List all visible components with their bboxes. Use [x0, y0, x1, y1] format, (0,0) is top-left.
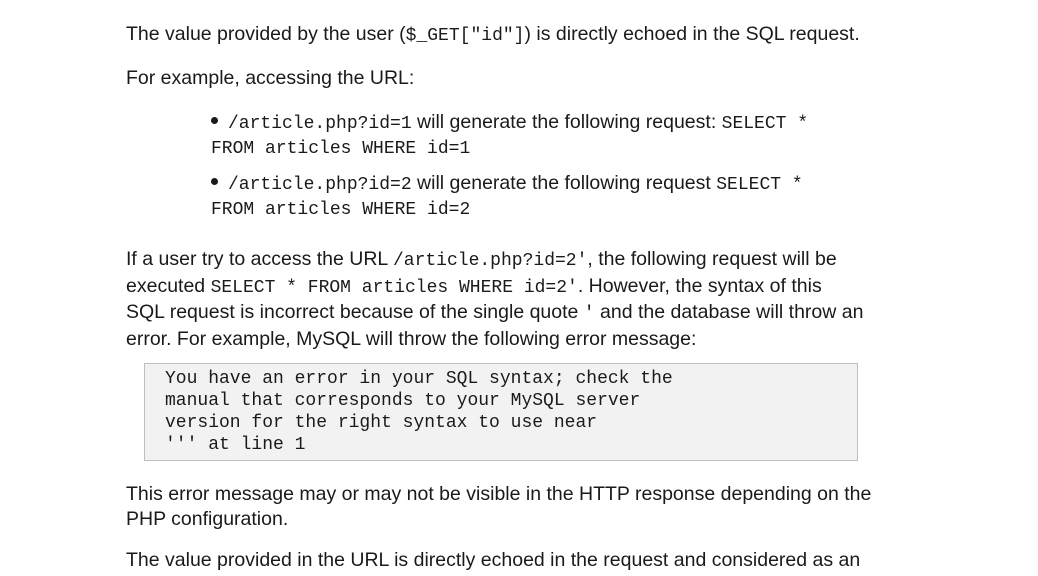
- inline-code-url: /article.php?id=2: [228, 175, 412, 195]
- list-item-line: /article.php?id=2 will generate the foll…: [211, 171, 808, 198]
- paragraph-error-visibility: This error message may or may not be vis…: [126, 482, 871, 531]
- list-item: /article.php?id=1 will generate the foll…: [211, 110, 808, 161]
- list-item: /article.php?id=2 will generate the foll…: [211, 171, 808, 222]
- error-message-code-block: You have an error in your SQL syntax; ch…: [144, 363, 858, 461]
- inline-code-sql-continued: FROM articles WHERE id=1: [211, 138, 471, 159]
- text: will generate the following request:: [411, 111, 722, 133]
- text: If a user try to access the URL: [126, 248, 393, 270]
- paragraph-value-echoed: The value provided in the URL is directl…: [126, 548, 860, 573]
- text: will generate the following request: [411, 172, 717, 194]
- example-url-list: /article.php?id=1 will generate the foll…: [211, 110, 808, 222]
- code-line: ''' at line 1: [165, 435, 306, 455]
- list-item-line: /article.php?id=1 will generate the foll…: [211, 110, 808, 137]
- text-line: error. For example, MySQL will throw the…: [126, 327, 697, 350]
- inline-code-sql: SELECT *: [721, 114, 809, 134]
- text: SQL request is incorrect because of the …: [126, 301, 584, 323]
- inline-code-sql: SELECT * FROM articles WHERE id=2': [210, 277, 578, 298]
- inline-code-url: /article.php?id=1: [228, 114, 412, 134]
- text-line: This error message may or may not be vis…: [126, 483, 872, 505]
- text-line: If a user try to access the URL /article…: [126, 247, 863, 274]
- text-line: PHP configuration.: [126, 507, 289, 530]
- text: executed: [126, 274, 211, 297]
- text: , the following request will be: [587, 248, 837, 270]
- paragraph-example-intro: For example, accessing the URL:: [126, 67, 415, 89]
- bullet-dot-icon: [211, 117, 218, 125]
- inline-code-quote: ': [583, 304, 595, 324]
- paragraph-user-input: The value provided by the user ($_GET["i…: [126, 22, 860, 49]
- text-line: SQL request is incorrect because of the …: [126, 300, 863, 327]
- inline-code-sql: SELECT *: [716, 175, 803, 195]
- text-line: The value provided in the URL is directl…: [126, 549, 861, 571]
- text: The value provided by the user (: [126, 23, 406, 45]
- text: and the database will throw an: [594, 301, 864, 323]
- code-line: manual that corresponds to your MySQL se…: [165, 391, 641, 411]
- text: . However, the syntax of this: [577, 274, 822, 297]
- paragraph-injection-explanation: If a user try to access the URL /article…: [126, 247, 863, 351]
- bullet-dot-icon: [211, 178, 218, 186]
- text: ) is directly echoed in the SQL request.: [524, 23, 860, 45]
- code-line: version for the right syntax to use near: [165, 413, 598, 433]
- text-line: executed SELECT * FROM articles WHERE id…: [126, 274, 863, 301]
- inline-code-get-id: $_GET["id"]: [405, 26, 525, 46]
- code-line: You have an error in your SQL syntax; ch…: [165, 369, 673, 389]
- inline-code-sql-continued: FROM articles WHERE id=2: [211, 199, 471, 220]
- inline-code-url: /article.php?id=2': [392, 251, 588, 271]
